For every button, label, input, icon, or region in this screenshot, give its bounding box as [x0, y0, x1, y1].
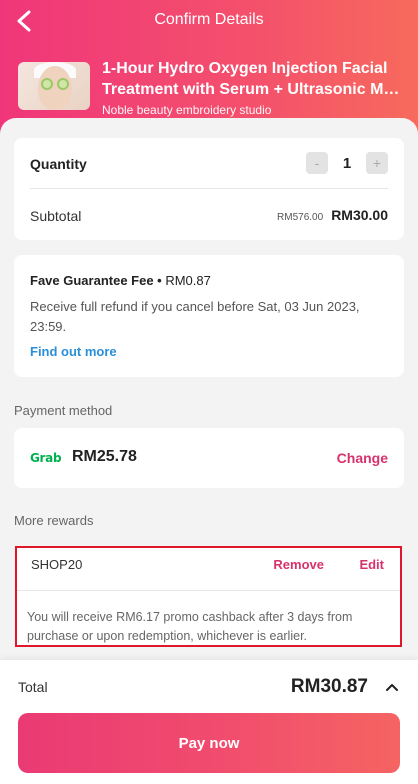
promo-code-card: SHOP20 Remove Edit You will receive RM6.…: [15, 546, 402, 647]
guarantee-fee-card: Fave Guarantee Fee • RM0.87 Receive full…: [14, 255, 404, 377]
quantity-card: Quantity - 1 + Subtotal RM576.00 RM30.00: [14, 138, 404, 240]
total-label: Total: [18, 679, 48, 695]
increment-button[interactable]: +: [366, 152, 388, 174]
quantity-value: 1: [342, 154, 352, 172]
divider: [17, 590, 400, 591]
fee-amount: RM0.87: [165, 273, 211, 288]
quantity-stepper: - 1 +: [306, 152, 388, 174]
change-payment-button[interactable]: Change: [337, 450, 388, 466]
decrement-button[interactable]: -: [306, 152, 328, 174]
promo-description: You will receive RM6.17 promo cashback a…: [27, 610, 353, 643]
remove-promo-button[interactable]: Remove: [273, 557, 324, 572]
pay-now-button[interactable]: Pay now: [18, 713, 400, 773]
discounted-price: RM30.00: [331, 207, 388, 223]
original-price: RM576.00: [277, 212, 324, 223]
quantity-label: Quantity: [30, 156, 87, 172]
find-out-more-link[interactable]: Find out more: [30, 344, 117, 359]
divider: [30, 188, 388, 189]
edit-promo-button[interactable]: Edit: [359, 557, 384, 572]
fee-title: Fave Guarantee Fee • RM0.87: [30, 273, 211, 288]
payment-method-card: Grab RM25.78 Change: [14, 428, 404, 488]
chevron-up-icon[interactable]: [384, 680, 400, 694]
payment-amount: RM25.78: [72, 448, 137, 465]
subtotal-price: RM576.00 RM30.00: [277, 207, 388, 223]
page-title: Confirm Details: [154, 11, 264, 28]
merchant-name: Noble beauty embroidery studio: [102, 103, 272, 117]
grab-logo: Grab: [30, 451, 62, 465]
payment-method-label: Payment method: [14, 403, 113, 418]
subtotal-label: Subtotal: [30, 208, 82, 224]
checkout-footer: Total RM30.87 Pay now: [0, 660, 418, 784]
more-rewards-label: More rewards: [14, 513, 94, 528]
total-amount: RM30.87: [290, 676, 368, 697]
service-title: 1-Hour Hydro Oxygen Injection Facial Tre…: [102, 60, 402, 98]
promo-code: SHOP20: [31, 557, 83, 572]
service-thumbnail: [18, 62, 90, 110]
fee-description: Receive full refund if you cancel before…: [30, 299, 360, 334]
